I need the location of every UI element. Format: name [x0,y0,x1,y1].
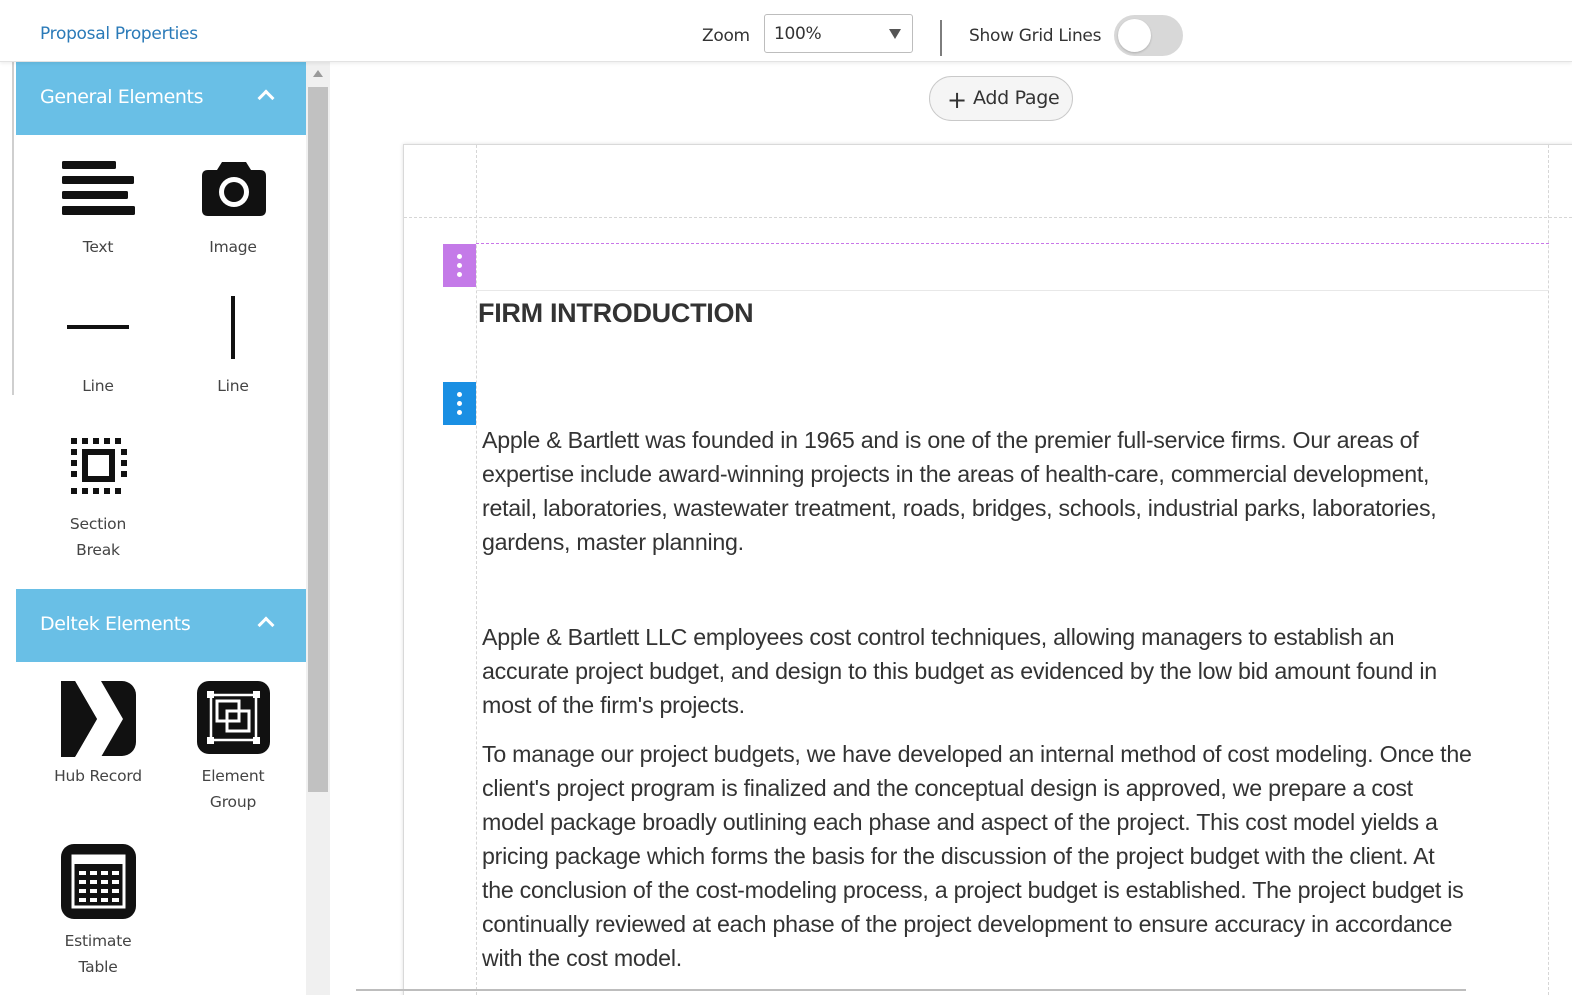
top-toolbar: Proposal Properties Zoom 100% Show Grid … [0,0,1572,62]
body-paragraph[interactable]: Apple & Bartlett LLC employees cost cont… [482,620,1548,722]
left-edge-divider [12,62,14,395]
zoom-label: Zoom [702,26,750,46]
element-tile-text[interactable]: Text [31,152,165,262]
element-label-line: Estimate Table [64,932,132,976]
drag-dot [457,410,462,415]
horizontal-scrollbar[interactable] [356,989,1466,991]
element-label: Estimate Table [31,928,165,980]
element-label: Line [217,377,249,395]
scroll-up-arrow-icon[interactable] [313,70,323,77]
body-paragraph[interactable]: To manage our project budgets, we have d… [482,737,1548,975]
page-heading[interactable]: FIRM INTRODUCTION [478,298,754,329]
chevron-up-icon [257,616,275,634]
section-drag-handle[interactable] [443,244,476,287]
deltek-elements-title: Deltek Elements [40,613,191,635]
element-label: Hub Record [54,767,142,785]
horizontal-line-icon [67,325,129,329]
scrollbar-thumb[interactable] [308,87,328,792]
element-label: Text [82,238,114,256]
zoom-select[interactable]: 100% [764,14,913,53]
element-label-line: Section Break [69,515,127,559]
drag-dot [457,392,462,397]
sidebar-scrollbar[interactable] [306,62,330,995]
camera-icon [202,162,266,216]
caret-down-icon [889,29,901,39]
vertical-line-icon [231,296,235,359]
add-page-label: Add Page [973,87,1060,109]
drag-dot [457,401,462,406]
plus-icon: + [947,86,968,114]
body-paragraph[interactable]: Apple & Bartlett was founded in 1965 and… [482,423,1548,559]
drag-dot [457,254,462,259]
section-break-icon [71,438,127,494]
section-break-guide [476,243,1549,244]
drag-dot [457,263,462,268]
element-tile-horizontal-line[interactable]: Line [31,292,165,402]
text-align-icon [62,161,135,215]
elements-sidebar: General Elements Text Image Line Line Se… [16,62,306,995]
chevron-up-icon [257,89,275,107]
general-elements-title: General Elements [40,86,204,108]
header-guide [404,217,1572,218]
element-label-line: Element Group [201,767,265,811]
general-elements-header[interactable]: General Elements [16,62,306,135]
add-page-button[interactable]: + Add Page [929,76,1073,121]
element-divider [476,290,1549,291]
element-label: Section Break [31,511,165,563]
toolbar-divider [940,20,942,56]
element-tile-element-group[interactable]: Element Group [166,677,300,817]
element-group-icon [197,681,270,754]
zoom-value: 100% [774,24,822,44]
element-tile-hub-record[interactable]: Hub Record [31,677,165,787]
element-label: Image [209,238,257,256]
show-grid-lines-label: Show Grid Lines [969,26,1102,46]
text-element-drag-handle[interactable] [443,382,476,425]
estimate-table-icon [61,844,136,919]
element-tile-vertical-line[interactable]: Line [166,292,300,402]
proposal-properties-link[interactable]: Proposal Properties [40,24,198,44]
element-tile-estimate-table[interactable]: Estimate Table [31,842,165,982]
hub-record-icon [61,681,136,757]
element-label: Element Group [166,763,300,815]
drag-dot [457,272,462,277]
element-label: Line [82,377,114,395]
toggle-knob [1118,19,1151,52]
element-tile-image[interactable]: Image [166,152,300,262]
margin-guide-right [1548,145,1549,995]
deltek-elements-header[interactable]: Deltek Elements [16,589,306,662]
show-grid-lines-toggle[interactable] [1114,15,1183,56]
element-tile-section-break[interactable]: Section Break [31,432,165,572]
margin-guide-left [476,145,477,995]
